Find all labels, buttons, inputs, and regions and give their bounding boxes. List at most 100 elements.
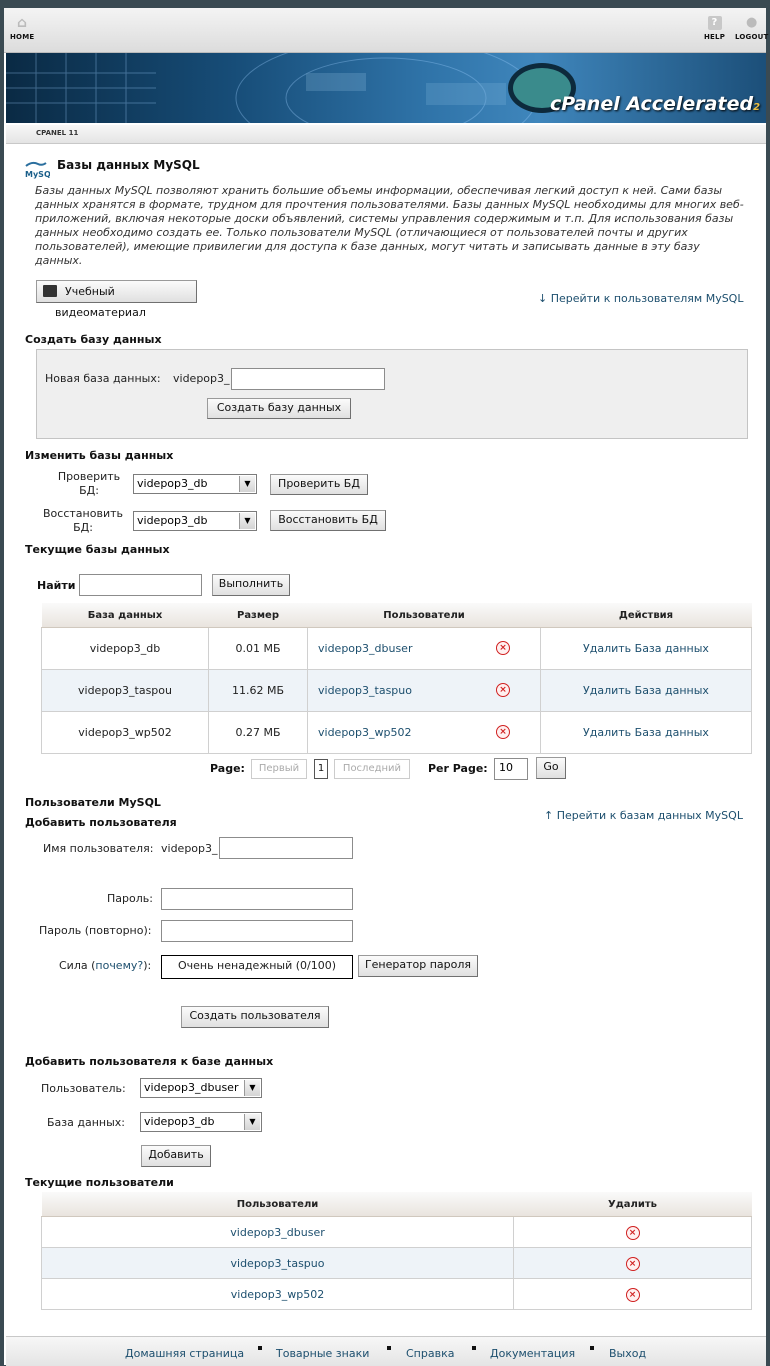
delete-db-link[interactable]: Удалить База данных [583,642,709,655]
username-prefix: videpop3_ [161,842,218,855]
check-db-select[interactable]: videpop3_db ▼ [133,474,257,494]
help-icon: ? [707,16,722,30]
cpanel-logo: cPanel Accelerated2 [508,59,760,123]
repair-db-button[interactable]: Восстановить БД [270,510,386,531]
db-user-link[interactable]: videpop3_dbuser [318,642,412,655]
create-user-button[interactable]: Создать пользователя [181,1006,329,1028]
new-db-label: Новая база данных: [45,372,161,385]
add-button[interactable]: Добавить [141,1145,211,1167]
repair-db-label: Восстановить БД: [43,507,123,534]
db-user-cell: videpop3_taspuo × [307,669,541,712]
home-label: HOME [10,33,35,41]
footer-help-link[interactable]: Справка [406,1347,454,1360]
search-label: Найти [37,579,76,592]
footer-separator [472,1346,476,1350]
db-size: 11.62 МБ [208,669,308,712]
cpanel-window: ⌂ HOME ? HELP ● LOGOUT cPanel Accelerate… [4,8,769,1366]
go-button[interactable]: Go [536,757,566,779]
version-bar: CPANEL 11 [6,125,766,144]
jump-to-databases-link[interactable]: ↑ Перейти к базам данных MySQL [544,809,743,822]
search-button[interactable]: Выполнить [212,574,290,596]
mysql-icon: MySQL [24,160,56,180]
check-db-button[interactable]: Проверить БД [270,474,368,495]
help-button[interactable]: ? HELP [704,16,725,41]
add-user-heading: Добавить пользователя [25,816,177,829]
db-select[interactable]: videpop3_db ▼ [140,1112,262,1132]
strength-label: Сила (почему?): [59,959,152,972]
delete-icon[interactable]: × [625,1225,640,1240]
new-db-input[interactable] [231,368,385,390]
last-page-button[interactable]: Последний [334,759,410,779]
footer-logout-link[interactable]: Выход [609,1347,646,1360]
db-user-cell: videpop3_wp502 × [307,711,541,754]
chevron-down-icon: ▼ [239,513,255,529]
search-input[interactable] [79,574,202,596]
table-row: videpop3_db 0.01 МБ videpop3_dbuser × Уд… [41,627,752,670]
password-label: Пароль: [107,892,153,905]
db-size: 0.27 МБ [208,711,308,754]
col-users: Пользователи [307,603,541,628]
col-users: Пользователи [41,1192,514,1217]
col-delete: Удалить [513,1192,752,1217]
footer-separator [387,1346,391,1350]
user-link[interactable]: videpop3_taspuo [231,1257,325,1270]
table-row: videpop3_wp502 0.27 МБ videpop3_wp502 × … [41,711,752,754]
username-input[interactable] [219,837,353,859]
password-again-input[interactable] [161,920,353,942]
password-input[interactable] [161,888,353,910]
db-user-link[interactable]: videpop3_taspuo [318,684,412,697]
delete-icon[interactable]: × [496,725,510,739]
footer-separator [258,1346,262,1350]
create-db-button[interactable]: Создать базу данных [207,398,351,419]
table-row: videpop3_taspuo × [41,1247,752,1279]
chevron-down-icon: ▼ [239,476,255,492]
db-user-link[interactable]: videpop3_wp502 [318,726,411,739]
footer-docs-link[interactable]: Документация [490,1347,575,1360]
db-select-label: База данных: [47,1116,126,1129]
delete-db-link[interactable]: Удалить База данных [583,684,709,697]
logout-button[interactable]: ● LOGOUT [735,16,769,42]
create-db-heading: Создать базу данных [25,333,162,346]
page-title: Базы данных MySQL [57,158,200,172]
header-banner: cPanel Accelerated2 [6,53,766,123]
video-icon [43,285,57,297]
user-link[interactable]: videpop3_wp502 [231,1288,324,1301]
per-page-input[interactable]: 10 [494,758,528,780]
table-row: videpop3_wp502 × [41,1278,752,1310]
delete-icon[interactable]: × [625,1256,640,1271]
delete-icon[interactable]: × [625,1287,640,1302]
home-button[interactable]: ⌂ HOME [10,16,34,41]
current-page[interactable]: 1 [314,759,328,779]
db-size: 0.01 МБ [208,627,308,670]
version-label: CPANEL 11 [36,129,79,137]
db-name: videpop3_taspou [41,669,209,712]
user-select[interactable]: videpop3_dbuser ▼ [140,1078,262,1098]
password-generator-button[interactable]: Генератор пароля [358,955,478,977]
jump-to-users-link[interactable]: ↓ Перейти к пользователям MySQL [538,292,743,305]
col-database: База данных [41,603,209,628]
user-link[interactable]: videpop3_dbuser [230,1226,324,1239]
page-description: Базы данных MySQL позволяют хранить боль… [35,184,744,267]
repair-db-select[interactable]: videpop3_db ▼ [133,511,257,531]
db-name: videpop3_wp502 [41,711,209,754]
check-db-label: Проверить БД: [57,470,121,497]
footer-home-link[interactable]: Домашняя страница [125,1347,244,1360]
password-again-label: Пароль (повторно): [39,924,152,937]
footer-trademarks-link[interactable]: Товарные знаки [276,1347,369,1360]
mysql-users-heading: Пользователи MySQL [25,796,161,809]
table-row: videpop3_dbuser × [41,1216,752,1248]
add-user-to-db-heading: Добавить пользователя к базе данных [25,1055,274,1068]
video-tutorial-button[interactable]: Учебный видеоматериал [36,280,197,319]
db-prefix: videpop3_ [173,372,230,385]
delete-icon[interactable]: × [496,683,510,697]
why-link[interactable]: почему? [95,959,143,972]
modify-db-heading: Изменить базы данных [25,449,174,462]
help-label: HELP [704,33,726,41]
page-label: Page: [210,762,245,775]
first-page-button[interactable]: Первый [251,759,307,779]
delete-db-link[interactable]: Удалить База данных [583,726,709,739]
delete-icon[interactable]: × [496,641,510,655]
col-actions: Действия [540,603,752,628]
footer-separator [590,1346,594,1350]
current-db-heading: Текущие базы данных [25,543,170,556]
